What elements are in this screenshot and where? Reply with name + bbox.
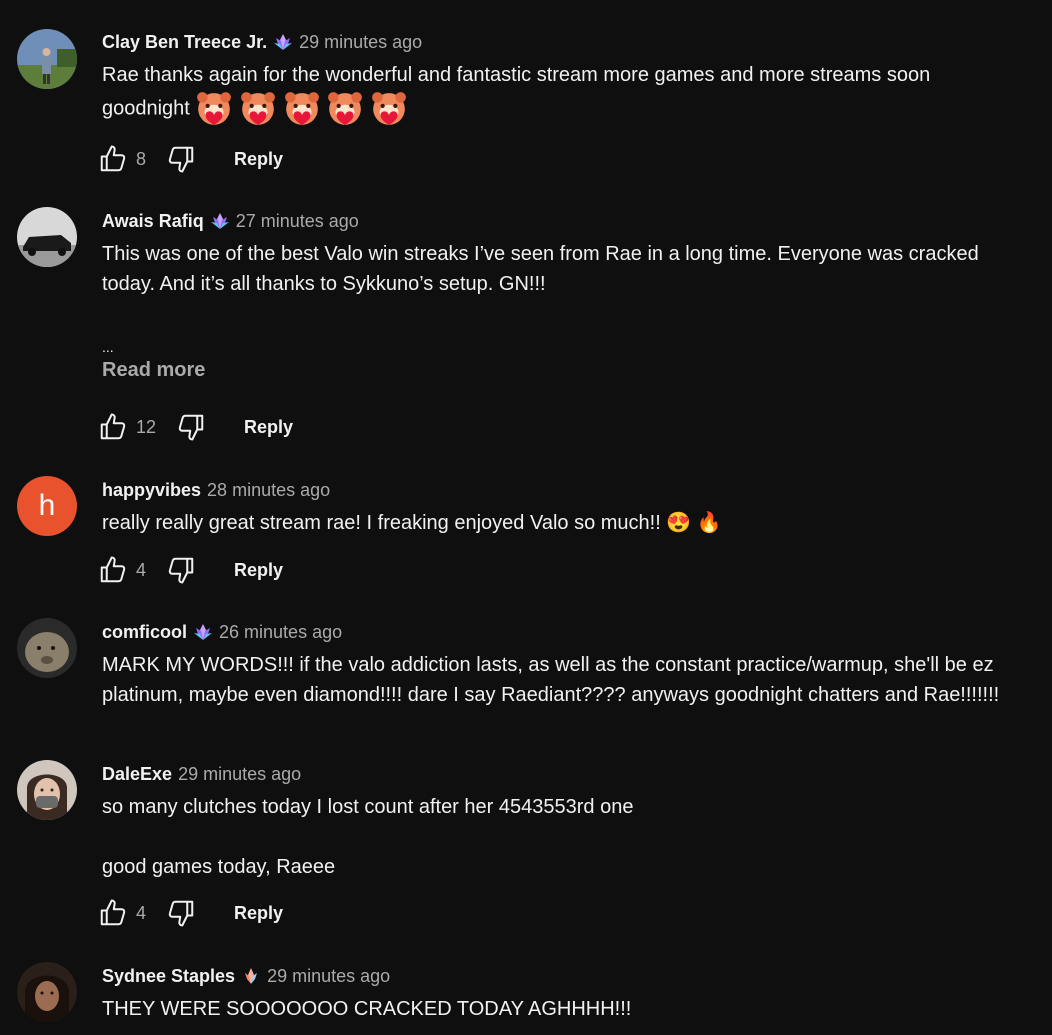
emoji-row [195,97,407,119]
reply-button[interactable]: Reply [234,560,283,581]
comment-body: Sydnee Staples 29 minutes ago THEY WERE … [102,964,1042,1024]
author-name[interactable]: Clay Ben Treece Jr. [102,32,267,53]
emoji-text: 😍 🔥 [666,512,722,534]
comment-text-content: really really great stream rae! I freaki… [102,512,661,534]
comment-actions: 4 Reply [98,552,283,588]
avatar[interactable] [17,962,77,1022]
timestamp[interactable]: 29 minutes ago [299,32,422,53]
avatar-photo-icon [17,29,77,89]
comment-text: THEY WERE SOOOOOOO CRACKED TODAY AGHHHH!… [102,998,632,1020]
like-count: 8 [136,148,147,169]
bear-heart-emoji-icon [283,90,321,128]
thumb-down-icon [166,898,196,928]
author-name[interactable]: DaleExe [102,764,172,785]
dislike-button[interactable] [176,412,206,442]
like-button[interactable] [98,144,128,174]
timestamp[interactable]: 29 minutes ago [267,966,390,987]
author-name[interactable]: Sydnee Staples [102,966,235,987]
avatar-letter: h [38,489,56,522]
timestamp[interactable]: 27 minutes ago [236,211,359,232]
avatar-photo-icon [17,618,77,678]
dislike-button[interactable] [166,898,196,928]
thumb-up-icon [98,412,128,442]
comment-body: comficool 26 minutes ago MARK MY WORDS!!… [102,620,1042,710]
read-more-link[interactable]: Read more [102,359,1042,382]
bear-heart-emoji-icon [370,90,408,128]
reply-button[interactable]: Reply [234,903,283,924]
member-badge-icon [193,622,213,642]
comment-text-line: good games today, Raeee [102,856,336,878]
avatar[interactable]: h [17,476,77,536]
comment-body: Clay Ben Treece Jr. 29 minutes ago Rae t… [102,30,1042,128]
like-button[interactable] [98,898,128,928]
comment-header: Sydnee Staples 29 minutes ago [102,964,1042,988]
comment-body: DaleExe 29 minutes ago so many clutches … [102,762,1042,882]
thumb-down-icon [166,144,196,174]
like-count: 12 [136,416,157,437]
author-name[interactable]: comficool [102,622,187,643]
dislike-button[interactable] [166,144,196,174]
comment-actions: 4 Reply [98,895,283,931]
avatar-photo-icon [17,962,77,1022]
comment-text: This was one of the best Valo win streak… [102,243,985,295]
thumb-up-icon [98,898,128,928]
thumb-down-icon [176,412,206,442]
avatar[interactable] [17,29,77,89]
like-count: 4 [136,559,147,580]
thumb-down-icon [166,555,196,585]
avatar[interactable] [17,760,77,820]
comment-header: Awais Rafiq 27 minutes ago [102,209,1042,233]
bear-heart-emoji-icon [326,90,364,128]
timestamp[interactable]: 28 minutes ago [207,480,330,501]
comment-body: Awais Rafiq 27 minutes ago This was one … [102,209,1042,382]
avatar-photo-icon [17,760,77,820]
comment-text: Rae thanks again for the wonderful and f… [102,60,1002,128]
member-badge-icon [273,32,293,52]
author-name[interactable]: Awais Rafiq [102,211,204,232]
avatar[interactable] [17,207,77,267]
comment-header: comficool 26 minutes ago [102,620,1042,644]
member-badge-icon [210,211,230,231]
comment-actions: 12 Reply [98,409,293,445]
like-button[interactable] [98,555,128,585]
timestamp[interactable]: 26 minutes ago [219,622,342,643]
reply-button[interactable]: Reply [244,417,293,438]
comment-text: really really great stream rae! I freaki… [102,508,1042,538]
comment-header: Clay Ben Treece Jr. 29 minutes ago [102,30,1042,54]
timestamp[interactable]: 29 minutes ago [178,764,301,785]
like-button[interactable] [98,412,128,442]
comment-header: happyvibes 28 minutes ago [102,478,1042,502]
thumb-up-icon [98,555,128,585]
comment-text-line: so many clutches today I lost count afte… [102,796,634,818]
member-badge-icon [241,966,261,986]
comment-header: DaleExe 29 minutes ago [102,762,1042,786]
comment-text: MARK MY WORDS!!! if the valo addiction l… [102,654,1000,706]
truncation-ellipsis: ... [102,339,114,355]
comment-body: happyvibes 28 minutes ago really really … [102,478,1042,538]
avatar-photo-icon [17,207,77,267]
bear-heart-emoji-icon [195,90,233,128]
thumb-up-icon [98,144,128,174]
avatar[interactable] [17,618,77,678]
comment-actions: 8 Reply [98,141,283,177]
bear-heart-emoji-icon [239,90,277,128]
dislike-button[interactable] [166,555,196,585]
author-name[interactable]: happyvibes [102,480,201,501]
reply-button[interactable]: Reply [234,149,283,170]
like-count: 4 [136,902,147,923]
